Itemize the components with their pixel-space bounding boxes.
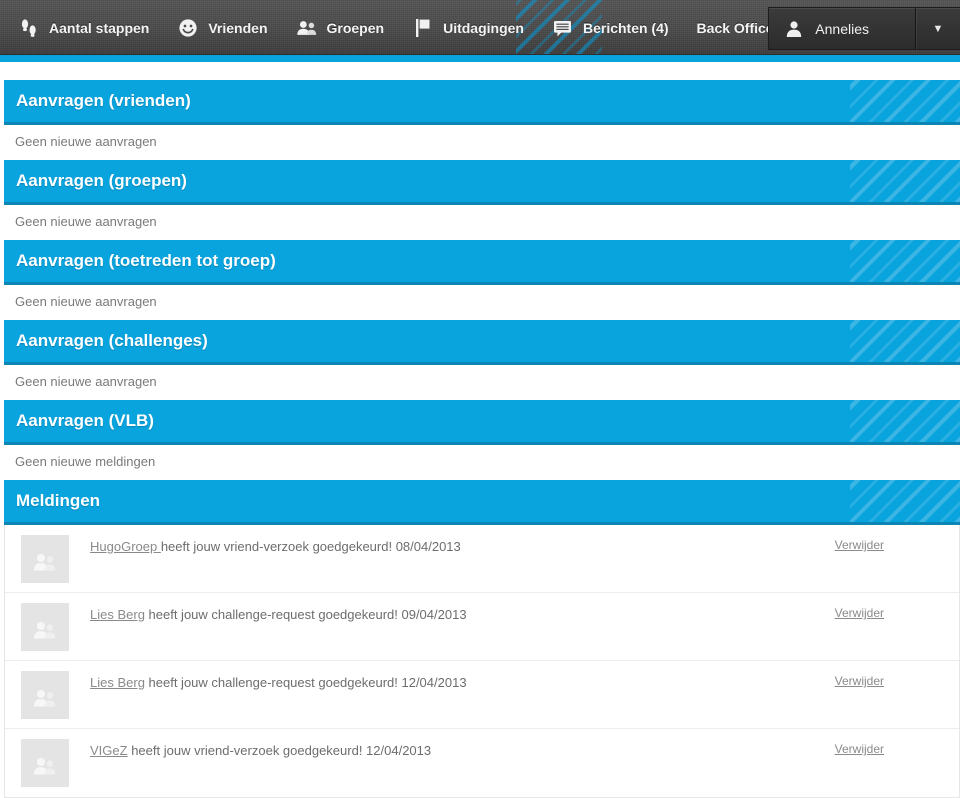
nav-item-label: Back Office xyxy=(696,19,774,36)
panel-aanvragen-vrienden: Aanvragen (vrienden) Geen nieuwe aanvrag… xyxy=(4,80,960,158)
nav-item-label: Uitdagingen xyxy=(443,19,524,36)
user-icon xyxy=(783,18,805,40)
panel-header: Meldingen xyxy=(4,480,960,525)
people-icon xyxy=(296,17,318,39)
account-menu: Annelies ▼ xyxy=(768,7,960,50)
nav-item-label: Aantal stappen xyxy=(49,19,150,36)
table-row: VIGeZ heeft jouw vriend-verzoek goedgeke… xyxy=(5,729,959,797)
flag-icon xyxy=(412,17,434,39)
nav-item-berichten[interactable]: Berichten (4) xyxy=(538,0,683,54)
panel-empty-message: Geen nieuwe aanvragen xyxy=(4,205,960,238)
avatar xyxy=(21,671,69,719)
panel-title: Aanvragen (groepen) xyxy=(16,171,187,190)
panel-meldingen: Meldingen HugoGroep heeft jouw vriend-ve… xyxy=(4,480,960,798)
delete-notification-link[interactable]: Verwijder xyxy=(835,603,959,620)
table-row: HugoGroep heeft jouw vriend-verzoek goed… xyxy=(5,525,959,593)
notification-text: Lies Berg heeft jouw challenge-request g… xyxy=(69,603,835,623)
notification-actor-link[interactable]: Lies Berg xyxy=(90,675,145,690)
accent-strip xyxy=(0,55,960,62)
panel-aanvragen-challenges: Aanvragen (challenges) Geen nieuwe aanvr… xyxy=(4,320,960,398)
panel-empty-message: Geen nieuwe aanvragen xyxy=(4,285,960,318)
account-button[interactable]: Annelies xyxy=(769,8,915,49)
notification-actor-link[interactable]: Lies Berg xyxy=(90,607,145,622)
notification-actor-link[interactable]: HugoGroep xyxy=(90,539,161,554)
notification-message: heeft jouw vriend-verzoek goedgekeurd! 1… xyxy=(127,743,432,758)
nav-item-vrienden[interactable]: Vrienden xyxy=(163,0,281,54)
panel-aanvragen-groepen: Aanvragen (groepen) Geen nieuwe aanvrage… xyxy=(4,160,960,238)
table-row: Lies Berg heeft jouw challenge-request g… xyxy=(5,661,959,729)
notification-text: VIGeZ heeft jouw vriend-verzoek goedgeke… xyxy=(69,739,835,759)
panel-empty-message: Geen nieuwe meldingen xyxy=(4,445,960,478)
nav-item-aantal-stappen[interactable]: Aantal stappen xyxy=(4,0,163,54)
panel-empty-message: Geen nieuwe aanvragen xyxy=(4,365,960,398)
delete-notification-link[interactable]: Verwijder xyxy=(835,671,959,688)
avatar xyxy=(21,603,69,651)
avatar xyxy=(21,535,69,583)
table-row: Lies Berg heeft jouw challenge-request g… xyxy=(5,593,959,661)
message-icon xyxy=(552,17,574,39)
avatar xyxy=(21,739,69,787)
notification-message: heeft jouw challenge-request goedgekeurd… xyxy=(144,607,467,622)
page-gap xyxy=(0,62,960,80)
nav-item-label: Groepen xyxy=(326,19,385,36)
account-name: Annelies xyxy=(815,20,869,37)
notification-actor-link[interactable]: VIGeZ xyxy=(90,743,128,758)
nav-item-label: Vrienden xyxy=(208,19,268,36)
panel-header: Aanvragen (VLB) xyxy=(4,400,960,445)
smiley-icon xyxy=(177,17,199,39)
panel-header: Aanvragen (challenges) xyxy=(4,320,960,365)
panel-header: Aanvragen (toetreden tot groep) xyxy=(4,240,960,285)
panel-title: Aanvragen (toetreden tot groep) xyxy=(16,251,276,270)
panel-title: Meldingen xyxy=(16,491,101,510)
notification-text: Lies Berg heeft jouw challenge-request g… xyxy=(69,671,835,691)
panel-empty-message: Geen nieuwe aanvragen xyxy=(4,125,960,158)
delete-notification-link[interactable]: Verwijder xyxy=(835,535,959,552)
chevron-down-icon[interactable]: ▼ xyxy=(915,8,960,49)
top-navbar: Aantal stappen Vrienden Groepen Uitdagin… xyxy=(0,0,960,55)
nav-item-uitdagingen[interactable]: Uitdagingen xyxy=(398,0,538,54)
panel-header: Aanvragen (vrienden) xyxy=(4,80,960,125)
panel-header: Aanvragen (groepen) xyxy=(4,160,960,205)
panel-aanvragen-vlb: Aanvragen (VLB) Geen nieuwe meldingen xyxy=(4,400,960,478)
nav-item-label: Berichten (4) xyxy=(582,19,669,36)
panel-title: Aanvragen (challenges) xyxy=(16,331,208,350)
main-content: Aanvragen (vrienden) Geen nieuwe aanvrag… xyxy=(0,80,960,798)
panel-aanvragen-toetreden-tot-groep: Aanvragen (toetreden tot groep) Geen nie… xyxy=(4,240,960,318)
notification-text: HugoGroep heeft jouw vriend-verzoek goed… xyxy=(69,535,835,555)
nav-item-groepen[interactable]: Groepen xyxy=(282,0,399,54)
notifications-list: HugoGroep heeft jouw vriend-verzoek goed… xyxy=(4,525,960,798)
panel-title: Aanvragen (VLB) xyxy=(16,411,154,430)
notification-message: heeft jouw vriend-verzoek goedgekeurd! 0… xyxy=(160,539,461,554)
delete-notification-link[interactable]: Verwijder xyxy=(835,739,959,756)
notification-message: heeft jouw challenge-request goedgekeurd… xyxy=(144,675,467,690)
footsteps-icon xyxy=(18,17,40,39)
panel-title: Aanvragen (vrienden) xyxy=(16,91,191,110)
